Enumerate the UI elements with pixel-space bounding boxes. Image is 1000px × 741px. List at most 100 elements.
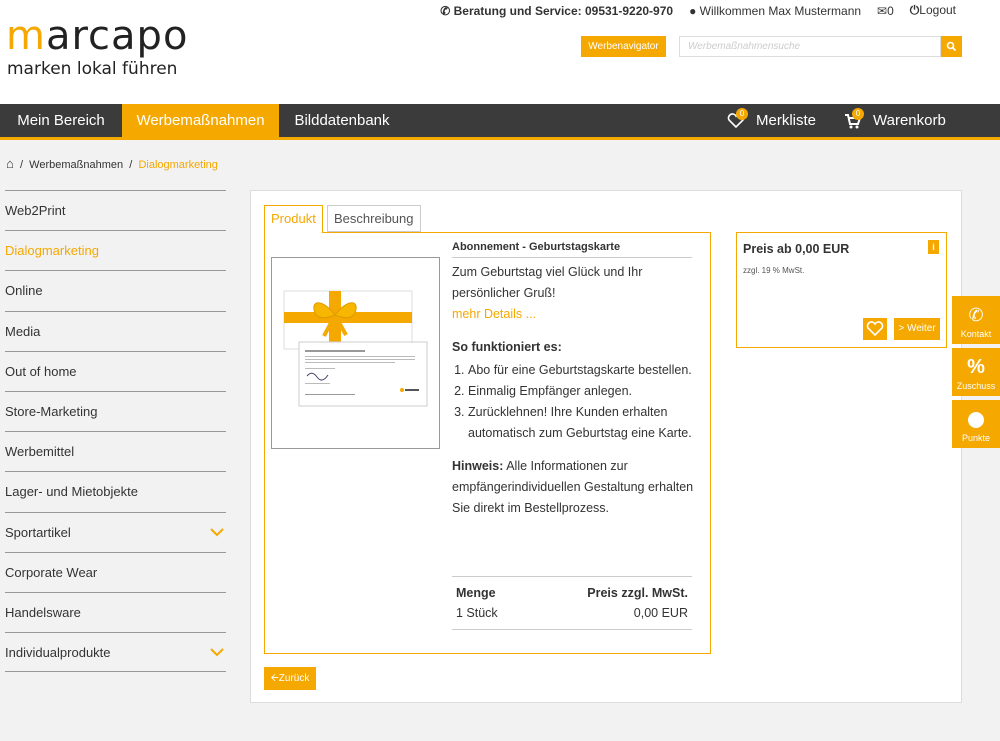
- quantity-price-table: Menge Preis zzgl. MwSt. 1 Stück 0,00 EUR: [452, 576, 692, 630]
- sidebar-item-werbemittel[interactable]: Werbemittel: [5, 431, 226, 471]
- breadcrumb-werbemassnahmen[interactable]: Werbemaßnahmen: [29, 159, 123, 171]
- sidebar-item-web2print[interactable]: Web2Print: [5, 190, 226, 230]
- circle-icon: [968, 412, 984, 428]
- envelope-icon: ✉: [877, 3, 888, 18]
- sidebar-item-label: Dialogmarketing: [5, 243, 99, 259]
- product-description: Zum Geburtstag viel Glück und Ihr persön…: [452, 262, 697, 519]
- product-image[interactable]: [271, 257, 440, 449]
- sidebar-item-label: Media: [5, 323, 41, 339]
- step-item: Einmalig Empfänger anlegen.: [468, 381, 697, 402]
- nav-item-werbemassnahmen[interactable]: Werbemaßnahmen: [122, 104, 279, 137]
- price-from: Preis ab 0,00 EUR: [743, 242, 850, 256]
- product-tagline: Zum Geburtstag viel Glück und Ihr persön…: [452, 265, 643, 300]
- merkliste-label: Merkliste: [756, 112, 817, 129]
- warenkorb-label: Warenkorb: [873, 112, 946, 129]
- top-links: ✆ Beratung und Service: 09531-9220-970 ●…: [440, 3, 956, 18]
- punkte-label: Punkte: [961, 433, 991, 443]
- breadcrumb-sep: /: [129, 159, 133, 171]
- breadcrumb: ⌂ / Werbemaßnahmen / Dialogmarketing: [6, 156, 218, 171]
- power-icon: ⏻: [909, 3, 920, 17]
- price-box: Preis ab 0,00 EUR zzgl. 19 % MwSt. i > W…: [736, 232, 947, 348]
- info-icon[interactable]: i: [928, 240, 939, 254]
- heart-icon: [866, 321, 884, 337]
- search-input[interactable]: Werbemaßnahmensuche: [679, 36, 941, 57]
- warenkorb-link[interactable]: 0 Warenkorb: [843, 104, 953, 137]
- sidebar-item-out-of-home[interactable]: Out of home: [5, 350, 226, 391]
- sidebar-item-label: Handelsware: [5, 604, 81, 620]
- how-heading: So funktioniert es:: [452, 340, 562, 354]
- user-icon: ●: [689, 3, 697, 18]
- zuschuss-label: Zuschuss: [956, 381, 996, 391]
- merkliste-link[interactable]: 0 Merkliste: [724, 104, 824, 137]
- search-icon: [946, 41, 957, 52]
- sidebar-item-sportartikel[interactable]: Sportartikel: [5, 511, 226, 552]
- mail-link[interactable]: ✉0: [877, 4, 894, 18]
- logo-tagline: marken lokal führen: [7, 59, 178, 79]
- sidebar-item-handelsware[interactable]: Handelsware: [5, 591, 226, 632]
- kontakt-label: Kontakt: [960, 329, 992, 339]
- mwst-note: zzgl. 19 % MwSt.: [743, 266, 805, 275]
- price-value: 0,00 EUR: [633, 606, 688, 620]
- warenkorb-badge: 0: [852, 108, 864, 120]
- sidebar-item-individualprodukte[interactable]: Individualprodukte: [5, 632, 226, 673]
- weiter-button[interactable]: > Weiter: [894, 318, 940, 340]
- sidebar-item-lager-mietobjekte[interactable]: Lager- und Mietobjekte: [5, 471, 226, 511]
- chevron-down-icon[interactable]: [210, 527, 224, 537]
- qty-value: 1 Stück: [456, 606, 498, 620]
- welcome-user[interactable]: ● Willkommen Max Mustermann: [689, 4, 861, 18]
- step-item: Zurücklehnen! Ihre Kunden erhalten autom…: [468, 402, 697, 444]
- percent-icon: %: [967, 356, 985, 378]
- hint: Hinweis: Alle Informationen zur empfänge…: [452, 456, 697, 519]
- product-title: Abonnement - Geburtstagskarte: [452, 241, 692, 258]
- sidebar-item-label: Individualprodukte: [5, 645, 111, 661]
- add-to-merkliste-button[interactable]: [863, 318, 887, 340]
- sidebar: Web2Print Dialogmarketing Online Media O…: [5, 190, 226, 673]
- breadcrumb-sep: /: [19, 159, 24, 171]
- sidebar-item-online[interactable]: Online: [5, 270, 226, 310]
- zuschuss-button[interactable]: % Zuschuss: [952, 348, 1000, 396]
- home-icon[interactable]: ⌂: [6, 156, 14, 171]
- punkte-button[interactable]: Punkte: [952, 400, 1000, 448]
- nav-item-mein-bereich[interactable]: Mein Bereich: [0, 104, 122, 137]
- service-phone[interactable]: ✆ Beratung und Service: 09531-9220-970: [440, 4, 673, 18]
- sidebar-item-store-marketing[interactable]: Store-Marketing: [5, 390, 226, 431]
- nav-item-bilddatenbank[interactable]: Bilddatenbank: [279, 104, 405, 137]
- more-details-link[interactable]: mehr Details ...: [452, 304, 697, 325]
- birthday-card-image: [283, 290, 428, 407]
- sidebar-item-label: Corporate Wear: [5, 564, 98, 580]
- steps-list: Abo für eine Geburtstagskarte bestellen.…: [452, 360, 697, 444]
- qty-header: Menge: [456, 586, 496, 600]
- sidebar-item-label: Lager- und Mietobjekte: [5, 484, 138, 500]
- breadcrumb-dialogmarketing[interactable]: Dialogmarketing: [138, 159, 217, 171]
- logo[interactable]: marcapo: [6, 14, 188, 58]
- sidebar-item-label: Out of home: [5, 363, 77, 379]
- sidebar-item-dialogmarketing[interactable]: Dialogmarketing: [5, 230, 226, 270]
- logout-link[interactable]: ⏻Logout: [910, 3, 956, 18]
- search-placeholder: Werbemaßnahmensuche: [688, 41, 801, 52]
- back-label: Zurück: [278, 673, 310, 684]
- logo-word-rest: arcapo: [45, 13, 189, 59]
- phone-icon: ✆: [440, 3, 451, 18]
- site-header: marcapo marken lokal führen ✆ Beratung u…: [0, 0, 1000, 104]
- sidebar-item-label: Web2Print: [5, 203, 66, 218]
- arrow-left-icon: 🡨: [270, 673, 279, 684]
- sidebar-item-label: Sportartikel: [5, 524, 71, 540]
- sidebar-item-label: Werbemittel: [5, 444, 75, 460]
- werbenavigator-button[interactable]: Werbenavigator: [581, 36, 666, 57]
- merkliste-badge: 0: [736, 108, 748, 120]
- sidebar-item-label: Store-Marketing: [5, 403, 98, 419]
- search-button[interactable]: [941, 36, 962, 57]
- sidebar-item-label: Online: [5, 283, 43, 299]
- sidebar-item-media[interactable]: Media: [5, 310, 226, 351]
- hint-label: Hinweis:: [452, 459, 504, 473]
- step-item: Abo für eine Geburtstagskarte bestellen.: [468, 360, 697, 381]
- tab-produkt[interactable]: Produkt: [264, 205, 323, 233]
- main-nav: Mein Bereich Werbemaßnahmen Bilddatenban…: [0, 104, 1000, 140]
- chevron-down-icon[interactable]: [210, 648, 224, 657]
- tab-beschreibung[interactable]: Beschreibung: [327, 205, 421, 232]
- back-button[interactable]: 🡨Zurück: [264, 667, 316, 690]
- price-header: Preis zzgl. MwSt.: [587, 586, 688, 600]
- phone-icon: ✆: [968, 305, 984, 325]
- kontakt-button[interactable]: ✆ Kontakt: [952, 296, 1000, 344]
- sidebar-item-corporate-wear[interactable]: Corporate Wear: [5, 551, 226, 592]
